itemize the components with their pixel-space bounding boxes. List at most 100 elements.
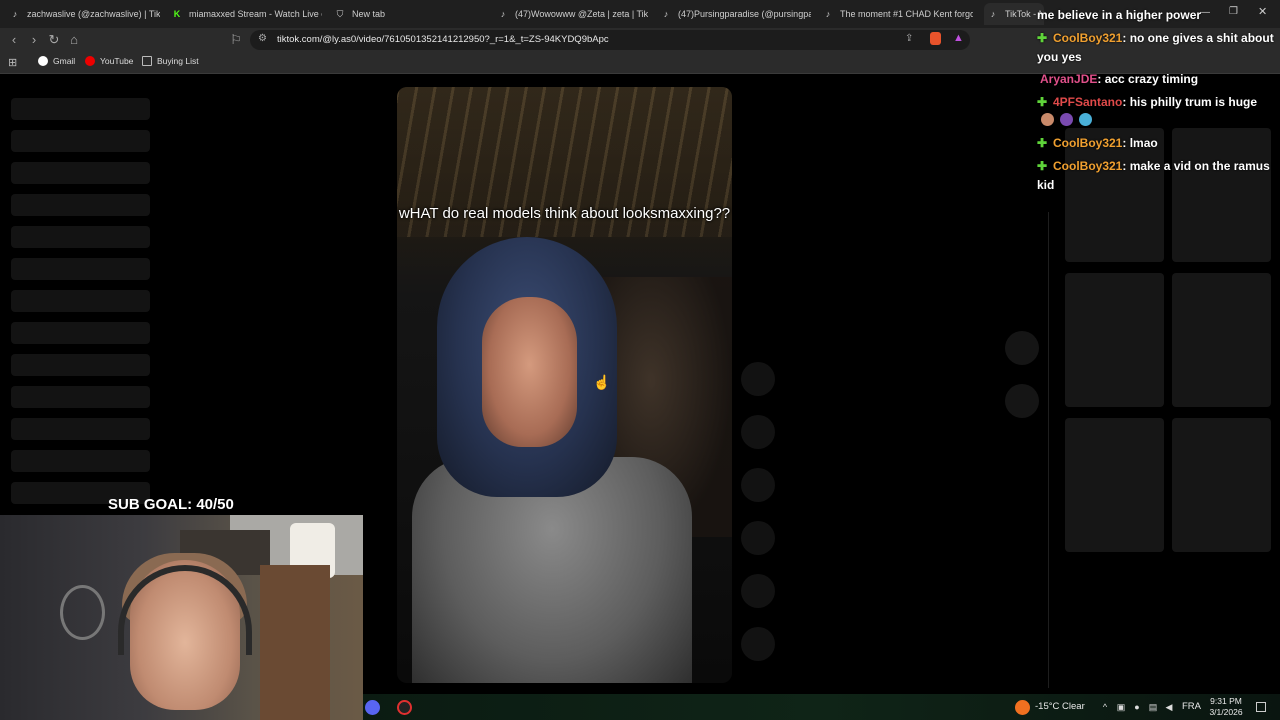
- chat-text: : lmao: [1122, 136, 1158, 150]
- tab-zeta[interactable]: ♪ (47)Wowowww @Zeta | zeta | TikTok: [498, 3, 648, 25]
- skeleton-item: [11, 354, 150, 376]
- chat-message: ✚ CoolBoy321: lmao: [1037, 134, 1280, 153]
- back-icon[interactable]: ‹: [6, 32, 22, 48]
- network-icon[interactable]: ▤: [1148, 702, 1158, 712]
- volume-icon[interactable]: ◀: [1164, 702, 1174, 712]
- tab-title: (47)Wowowww @Zeta | zeta | TikTok: [515, 9, 648, 19]
- home-icon[interactable]: ⌂: [66, 32, 82, 48]
- chat-message: ✚ 4PFSantano: his philly trum is huge: [1037, 93, 1280, 112]
- skeleton-item: [11, 162, 150, 184]
- bookmark-label: YouTube: [100, 56, 134, 66]
- tab-title: New tab: [352, 9, 386, 19]
- chat-text: me believe in a higher power: [1037, 8, 1202, 22]
- chat-text: : acc crazy timing: [1097, 72, 1199, 86]
- discord-icon[interactable]: [365, 700, 380, 715]
- microphone-icon[interactable]: ●: [1132, 702, 1142, 712]
- video-tile-placeholder: [1172, 418, 1271, 552]
- obs-icon[interactable]: [397, 700, 412, 715]
- video-tile-placeholder: [1065, 418, 1164, 552]
- chat-message: ✚ CoolBoy321: make a vid on the ramus kid: [1037, 157, 1280, 195]
- bookmark-youtube[interactable]: YouTube: [85, 56, 133, 66]
- skeleton-item: [11, 290, 150, 312]
- tab-new-tab[interactable]: ⛉ New tab: [335, 3, 485, 25]
- emote-icon: [1041, 113, 1054, 126]
- folder-icon: [142, 56, 152, 66]
- forward-icon[interactable]: ›: [26, 32, 42, 48]
- action-button-placeholder[interactable]: [741, 627, 775, 661]
- streamer-webcam: [0, 515, 363, 720]
- action-button-placeholder[interactable]: [741, 415, 775, 449]
- bookmark-label: Buying List: [157, 56, 199, 66]
- action-button-placeholder[interactable]: [741, 468, 775, 502]
- bookmark-icon[interactable]: ⚐: [228, 32, 244, 48]
- tiktok-icon: ♪: [825, 9, 831, 19]
- skeleton-item: [11, 418, 150, 440]
- clock-time[interactable]: 9:31 PM: [1208, 696, 1244, 706]
- brave-shield-icon: ⛉: [336, 8, 344, 19]
- site-info-icon[interactable]: ⚙: [258, 33, 267, 44]
- brave-shields-icon[interactable]: [930, 32, 941, 45]
- url-text[interactable]: tiktok.com/@ly.as0/video/761050135214121…: [277, 34, 609, 45]
- video-person-face: [482, 297, 577, 447]
- tab-zachwaslive[interactable]: ♪ zachwaslive (@zachwaslive) | TikTok: [10, 3, 160, 25]
- url-bar[interactable]: ⚙ tiktok.com/@ly.as0/video/7610501352141…: [250, 30, 970, 50]
- kick-icon: K: [173, 9, 181, 19]
- windows-taskbar: -15°C Clear ^ ▣ ● ▤ ◀ FRA 9:31 PM 3/1/20…: [363, 694, 1280, 720]
- skeleton-item: [11, 258, 150, 280]
- droplets-emote-icon: [1079, 113, 1092, 126]
- badge-icon: ✚: [1037, 31, 1048, 45]
- tiktok-icon: ♪: [12, 9, 18, 19]
- tab-pursingparadise[interactable]: ♪ (47)Pursingparadise (@pursingparad: [661, 3, 811, 25]
- notifications-icon[interactable]: [1256, 702, 1266, 712]
- apps-grid-icon[interactable]: ⊞: [8, 56, 17, 69]
- webcam-door: [260, 565, 330, 720]
- badge-icon: ✚: [1037, 159, 1048, 173]
- sub-goal-label: SUB GOAL: 40/50: [108, 496, 234, 513]
- bookmark-label: Gmail: [53, 56, 76, 66]
- youtube-icon: [85, 56, 95, 66]
- google-icon: [38, 56, 48, 66]
- tab-miamaxxed[interactable]: K miamaxxed Stream - Watch Live on K: [172, 3, 322, 25]
- tiktok-icon: ♪: [500, 9, 506, 19]
- clock-date[interactable]: 3/1/2026: [1206, 707, 1246, 717]
- chat-message: AryanJDE: acc crazy timing: [1037, 70, 1280, 89]
- tray-app-icon[interactable]: ▣: [1116, 702, 1126, 712]
- nav-down-placeholder[interactable]: [1005, 384, 1039, 418]
- video-tile-placeholder: [1172, 273, 1271, 407]
- tab-title: miamaxxed Stream - Watch Live on K: [189, 9, 322, 19]
- chevron-up-icon[interactable]: ^: [1100, 702, 1110, 712]
- tab-tiktok-active[interactable]: ♪ TikTok - M: [984, 3, 1044, 25]
- badge-icon: ✚: [1037, 95, 1048, 109]
- weather-text[interactable]: -15°C Clear: [1035, 701, 1085, 712]
- chat-message: ✚ CoolBoy321: no one gives a shit about y…: [1037, 29, 1280, 67]
- reload-icon[interactable]: ↻: [46, 32, 62, 48]
- hand-cursor-icon: ☝: [593, 374, 611, 390]
- brave-rewards-icon[interactable]: ▲: [953, 32, 964, 44]
- stream-chat-overlay: me believe in a higher power ✚ CoolBoy321…: [1037, 0, 1280, 200]
- bookmark-gmail[interactable]: Gmail: [38, 56, 75, 66]
- skeleton-item: [11, 194, 150, 216]
- skeleton-item: [11, 450, 150, 472]
- skeleton-item: [11, 322, 150, 344]
- skeleton-item: [11, 98, 150, 120]
- chat-emotes: [1041, 113, 1092, 126]
- action-button-placeholder[interactable]: [741, 574, 775, 608]
- chat-username: 4PFSantano: [1053, 95, 1123, 109]
- skeleton-item: [11, 226, 150, 248]
- tiktok-video-player[interactable]: wHAT do real models think about looksmax…: [397, 87, 732, 683]
- webcam-fan: [60, 585, 105, 640]
- tab-title: zachwaslive (@zachwaslive) | TikTok: [27, 9, 160, 19]
- chat-username: AryanJDE: [1040, 72, 1098, 86]
- tab-chad-kent[interactable]: ♪ The moment #1 CHAD Kent forgot h: [823, 3, 973, 25]
- bookmark-buying-list[interactable]: Buying List: [142, 56, 199, 66]
- chat-text: : his philly trum is huge: [1122, 95, 1258, 109]
- action-button-placeholder[interactable]: [741, 362, 775, 396]
- language-indicator[interactable]: FRA: [1182, 701, 1201, 712]
- divider: [1048, 212, 1049, 688]
- action-button-placeholder[interactable]: [741, 521, 775, 555]
- share-icon[interactable]: ⇪: [905, 33, 913, 44]
- skeleton-item: [11, 130, 150, 152]
- eggplant-emote-icon: [1060, 113, 1073, 126]
- weather-icon[interactable]: [1015, 700, 1030, 715]
- nav-up-placeholder[interactable]: [1005, 331, 1039, 365]
